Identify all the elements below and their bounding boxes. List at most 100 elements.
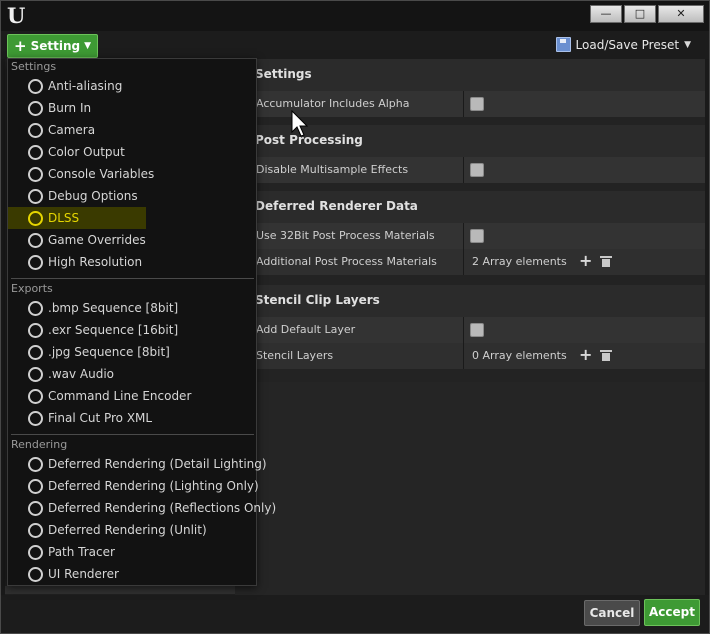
title-bar: U — □ ✕	[1, 1, 709, 31]
category-header-deferred-renderer-data[interactable]: Deferred Renderer Data	[245, 191, 705, 223]
menu-item-deferred-unlit[interactable]: Deferred Rendering (Unlit)	[8, 519, 256, 541]
property-name: Use 32Bit Post Process Materials	[256, 229, 435, 242]
trash-icon[interactable]	[600, 256, 612, 267]
radio-icon	[28, 457, 43, 472]
column-divider	[463, 223, 464, 249]
preset-label: Load/Save Preset	[575, 37, 680, 52]
menu-item-anti-aliasing[interactable]: Anti-aliasing	[8, 75, 256, 97]
column-divider	[463, 343, 464, 369]
radio-icon	[28, 479, 43, 494]
menu-item-wav-audio[interactable]: .wav Audio	[8, 363, 256, 385]
menu-item-final-cut-pro-xml[interactable]: Final Cut Pro XML	[8, 407, 256, 429]
menu-item-dlss[interactable]: DLSS	[8, 207, 146, 229]
close-button[interactable]: ✕	[658, 5, 704, 23]
add-default-layer-checkbox[interactable]	[470, 323, 484, 337]
menu-item-debug-options[interactable]: Debug Options	[8, 185, 256, 207]
menu-item-exr-sequence[interactable]: .exr Sequence [16bit]	[8, 319, 256, 341]
load-save-preset-button[interactable]: Load/Save Preset ▼	[555, 37, 691, 52]
menu-item-deferred-lighting-only[interactable]: Deferred Rendering (Lighting Only)	[8, 475, 259, 497]
plus-icon: +	[14, 37, 27, 55]
add-setting-button[interactable]: + Setting ▼	[7, 34, 98, 58]
property-row: Use 32Bit Post Process Materials	[245, 223, 705, 249]
radio-icon	[28, 389, 43, 404]
radio-icon	[28, 145, 43, 160]
radio-icon	[28, 123, 43, 138]
radio-icon	[28, 345, 43, 360]
group-separator	[11, 278, 254, 279]
floppy-disk-icon	[555, 37, 571, 52]
group-label-settings: Settings	[11, 60, 57, 73]
radio-icon	[28, 301, 43, 316]
menu-item-command-line-encoder[interactable]: Command Line Encoder	[8, 385, 256, 407]
toolbar: + Setting ▼ Load/Save Preset ▼	[1, 31, 709, 59]
maximize-button[interactable]: □	[624, 5, 656, 23]
setting-button-label: Setting	[30, 39, 81, 53]
chevron-down-icon: ▼	[84, 41, 91, 51]
column-divider	[463, 91, 464, 117]
radio-icon	[28, 501, 43, 516]
menu-item-jpg-sequence[interactable]: .jpg Sequence [8bit]	[8, 341, 256, 363]
menu-item-high-resolution[interactable]: High Resolution	[8, 251, 256, 273]
menu-item-game-overrides[interactable]: Game Overrides	[8, 229, 256, 251]
minimize-button[interactable]: —	[590, 5, 622, 23]
radio-icon	[28, 545, 43, 560]
property-row: Accumulator Includes Alpha	[245, 91, 705, 117]
column-divider	[463, 249, 464, 275]
menu-item-deferred-reflections-only[interactable]: Deferred Rendering (Reflections Only)	[8, 497, 276, 519]
setting-dropdown-menu: Settings Anti-aliasing Burn In Camera Co…	[7, 58, 276, 586]
use-32bit-post-process-materials-checkbox[interactable]	[470, 229, 484, 243]
property-name: Stencil Layers	[256, 349, 334, 362]
property-name: Add Default Layer	[256, 323, 356, 336]
property-name: Additional Post Process Materials	[256, 255, 437, 268]
radio-icon	[28, 523, 43, 538]
footer-bar: Cancel Accept	[1, 595, 709, 633]
menu-item-deferred-detail-lighting[interactable]: Deferred Rendering (Detail Lighting)	[8, 453, 267, 475]
horizontal-scrollbar[interactable]	[5, 586, 235, 594]
property-row: Disable Multisample Effects	[245, 157, 705, 183]
property-row: Stencil Layers 0 Array elements +	[245, 343, 705, 369]
trash-icon[interactable]	[600, 350, 612, 361]
menu-item-console-variables[interactable]: Console Variables	[8, 163, 256, 185]
group-label-rendering: Rendering	[11, 438, 68, 451]
add-element-plus-icon[interactable]: +	[579, 345, 592, 364]
disable-multisample-effects-checkbox[interactable]	[470, 163, 484, 177]
column-divider	[463, 317, 464, 343]
radio-icon	[28, 211, 43, 226]
radio-icon	[28, 233, 43, 248]
property-row: Additional Post Process Materials 2 Arra…	[245, 249, 705, 275]
menu-item-ui-renderer[interactable]: UI Renderer	[8, 563, 256, 585]
category-header-post-processing[interactable]: Post Processing	[245, 125, 705, 157]
accept-button[interactable]: Accept	[644, 599, 700, 626]
group-label-exports: Exports	[11, 282, 53, 295]
category-header-settings[interactable]: Settings	[245, 59, 705, 91]
array-count-value: 2 Array elements	[472, 255, 567, 268]
category-title: Stencil Clip Layers	[255, 293, 380, 307]
unreal-logo-icon: U	[7, 3, 26, 28]
menu-item-path-tracer[interactable]: Path Tracer	[8, 541, 256, 563]
menu-item-color-output[interactable]: Color Output	[8, 141, 256, 163]
accumulator-includes-alpha-checkbox[interactable]	[470, 97, 484, 111]
cancel-button[interactable]: Cancel	[584, 600, 640, 626]
menu-item-camera[interactable]: Camera	[8, 119, 256, 141]
category-title: Deferred Renderer Data	[255, 199, 418, 213]
menu-item-bmp-sequence[interactable]: .bmp Sequence [8bit]	[8, 297, 256, 319]
property-name: Accumulator Includes Alpha	[256, 97, 410, 110]
settings-details-panel: Settings Accumulator Includes Alpha Post…	[245, 59, 705, 382]
radio-icon	[28, 79, 43, 94]
chevron-down-icon: ▼	[684, 39, 691, 50]
mouse-cursor-icon	[291, 110, 309, 137]
radio-icon	[28, 255, 43, 270]
array-count-value: 0 Array elements	[472, 349, 567, 362]
property-name: Disable Multisample Effects	[256, 163, 409, 176]
menu-item-burn-in[interactable]: Burn In	[8, 97, 256, 119]
column-divider	[463, 157, 464, 183]
radio-icon	[28, 101, 43, 116]
radio-icon	[28, 567, 43, 582]
property-row: Add Default Layer	[245, 317, 705, 343]
radio-icon	[28, 411, 43, 426]
group-separator	[11, 434, 254, 435]
window-controls: — □ ✕	[590, 5, 704, 23]
add-element-plus-icon[interactable]: +	[579, 251, 592, 270]
category-header-stencil-clip-layers[interactable]: Stencil Clip Layers	[245, 285, 705, 317]
radio-icon	[28, 323, 43, 338]
